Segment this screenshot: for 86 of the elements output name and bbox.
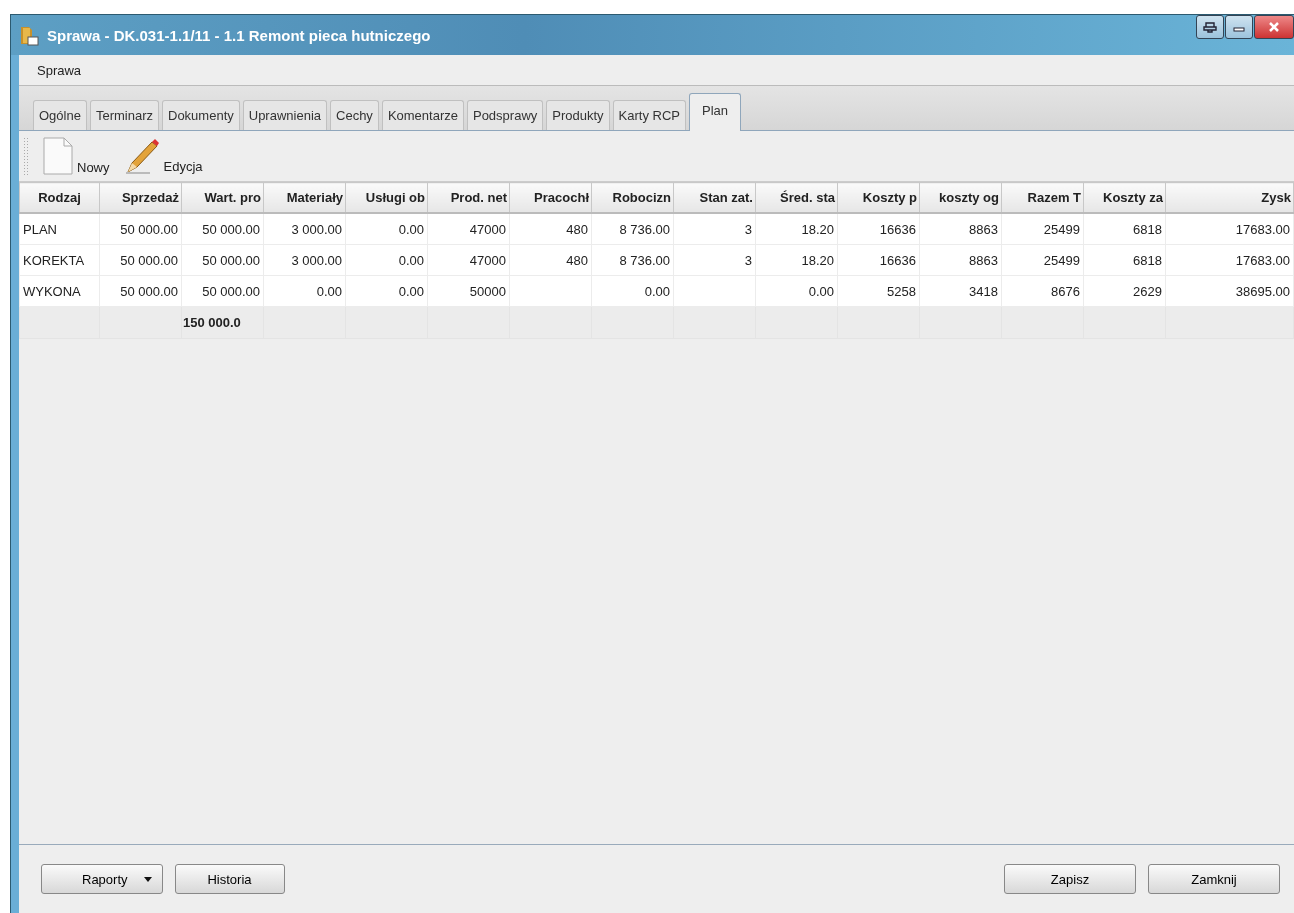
table-cell: 6818 [1083, 213, 1166, 245]
column-header[interactable]: Koszty za [1083, 182, 1166, 213]
column-header[interactable]: Śred. sta [755, 182, 838, 213]
toolbar-button[interactable]: Historia [174, 864, 285, 894]
table-cell: 0.00 [755, 275, 838, 307]
table-cell: 8676 [1001, 275, 1084, 307]
column-header[interactable]: Stan zat. [673, 182, 756, 213]
column-header[interactable]: Pracochł [509, 182, 592, 213]
toolbar-button[interactable]: Edycja [123, 138, 203, 174]
table-cell: 50 000.00 [99, 213, 182, 245]
table-cell: 17683.00 [1165, 244, 1294, 276]
table-cell: 3418 [919, 275, 1002, 307]
table-cell: 8 736.00 [591, 244, 674, 276]
table-cell: 8863 [919, 213, 1002, 245]
column-header[interactable]: Wart. pro [181, 182, 264, 213]
table-cell: 6818 [1083, 244, 1166, 276]
table-cell: 0.00 [345, 275, 428, 307]
table-cell: 50000 [427, 275, 510, 307]
table-cell: 3 [673, 244, 756, 276]
table-cell: 2629 [1083, 275, 1166, 307]
table-cell: 25499 [1001, 213, 1084, 245]
column-header[interactable]: Usługi ob [345, 182, 428, 213]
column-header[interactable]: Razem T [1001, 182, 1084, 213]
table-cell: 47000 [427, 244, 510, 276]
tab[interactable]: Ogólne [33, 100, 87, 130]
table-cell: 3 000.00 [263, 244, 346, 276]
table-cell: 18.20 [755, 213, 838, 245]
table-cell: 18.20 [755, 244, 838, 276]
tab[interactable]: Produkty [546, 100, 610, 130]
table-cell: WYKONA [19, 275, 100, 307]
dialog-button[interactable]: Zapisz [1004, 864, 1136, 894]
restore-button[interactable] [1196, 15, 1224, 39]
table-cell: 3 000.00 [263, 213, 346, 245]
table-cell: 25499 [1001, 244, 1084, 276]
column-header[interactable]: Prod. net [427, 182, 510, 213]
table-cell: PLAN [19, 213, 100, 245]
column-header[interactable]: Rodzaj [19, 182, 100, 213]
table-cell: 8 736.00 [591, 213, 674, 245]
table-cell: 50 000.00 [181, 213, 264, 245]
table-cell: 50 000.00 [99, 275, 182, 307]
table-cell: 50 000.00 [181, 275, 264, 307]
table-cell: 0.00 [591, 275, 674, 307]
close-button[interactable] [1254, 15, 1294, 39]
table-cell: 0.00 [263, 275, 346, 307]
tab[interactable]: Komentarze [381, 100, 464, 130]
window-title: Sprawa - DK.031-1.1/11 - 1.1 Remont pieca hutniczego [47, 26, 431, 44]
printer-icon [1203, 21, 1217, 33]
column-header[interactable]: Robocizn [591, 182, 674, 213]
tab[interactable]: Podsprawy [466, 100, 544, 130]
close-icon [1268, 21, 1280, 33]
table-cell: 16636 [837, 244, 920, 276]
table-cell: 480 [509, 213, 592, 245]
table-cell: 47000 [427, 213, 510, 245]
table-cell: 480 [509, 244, 592, 276]
column-header[interactable]: Zysk [1165, 182, 1294, 213]
table-cell: 8863 [919, 244, 1002, 276]
table-cell: 3 [673, 213, 756, 245]
caret-icon [143, 876, 152, 882]
minimize-button[interactable] [1225, 15, 1253, 39]
table-cell: KOREKTA [19, 244, 100, 276]
column-header[interactable]: Koszty p [837, 182, 920, 213]
menu-item[interactable]: Sprawa [37, 62, 82, 78]
total-value: 150 000.0 [183, 315, 242, 330]
column-header[interactable]: Materiały [263, 182, 346, 213]
tab[interactable]: Cechy [330, 100, 379, 130]
table-cell: 16636 [837, 213, 920, 245]
dialog-button[interactable]: Zamknij [1148, 864, 1280, 894]
table-cell: 50 000.00 [99, 244, 182, 276]
table-cell: 17683.00 [1165, 213, 1294, 245]
tab[interactable]: Karty RCP [612, 100, 686, 130]
tab[interactable]: Terminarz [89, 100, 159, 130]
table-cell: 50 000.00 [181, 244, 264, 276]
toolbar-button[interactable]: Nowy [43, 137, 110, 175]
tab[interactable]: Dokumenty [162, 100, 240, 130]
folder-icon [19, 24, 39, 46]
column-header[interactable]: koszty og [919, 182, 1002, 213]
column-header[interactable]: Sprzedaż [99, 182, 182, 213]
table-cell: 0.00 [345, 244, 428, 276]
tab[interactable]: Plan [689, 93, 742, 131]
pencil-icon [123, 138, 160, 174]
table-cell: 5258 [837, 275, 920, 307]
toolbar-button[interactable]: Raporty [41, 864, 163, 894]
table-cell: 0.00 [345, 213, 428, 245]
document-icon [43, 137, 73, 175]
table-cell: 38695.00 [1165, 275, 1294, 307]
tab[interactable]: Uprawnienia [242, 100, 327, 130]
